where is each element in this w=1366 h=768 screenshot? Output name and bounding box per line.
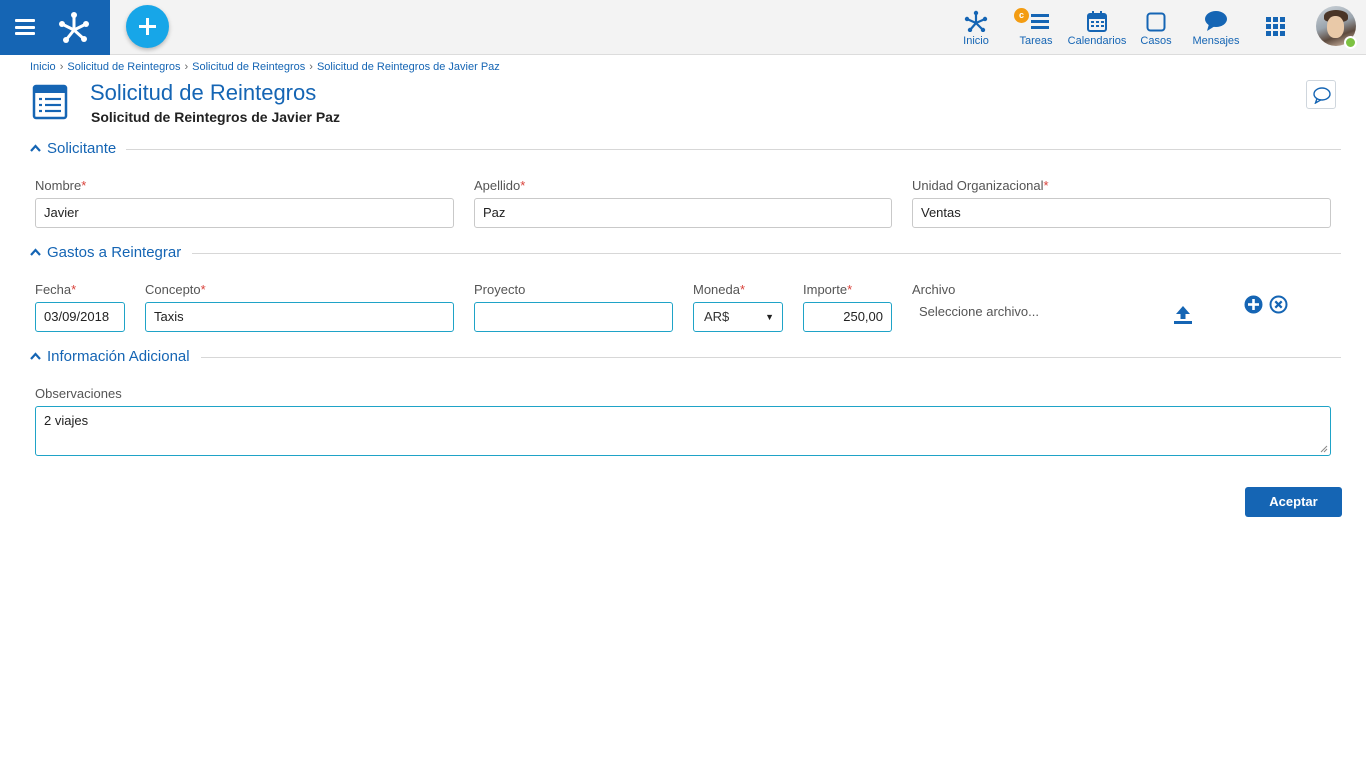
- page-title: Solicitud de Reintegros: [90, 80, 317, 105]
- calendar-icon: [1087, 11, 1107, 32]
- case-icon: [1146, 12, 1166, 32]
- add-row-icon[interactable]: [1244, 295, 1263, 314]
- presence-status-icon: [1344, 36, 1357, 49]
- dropdown-caret-icon: ▼: [765, 312, 774, 322]
- section-solicitante-toggle[interactable]: Solicitante: [30, 140, 130, 160]
- message-icon: [1205, 11, 1227, 31]
- unidad-label: Unidad Organizacional*: [912, 178, 1049, 193]
- top-bar: Inicio c Tareas Calendarios Casos Mensaj…: [0, 0, 1366, 55]
- unidad-field[interactable]: Ventas: [912, 198, 1331, 228]
- section-divider: [192, 253, 1341, 254]
- importe-field[interactable]: 250,00: [803, 302, 892, 332]
- nav-calendarios-label: Calendarios: [1067, 35, 1127, 47]
- hamburger-menu-icon[interactable]: [15, 19, 35, 35]
- accept-button[interactable]: Aceptar: [1245, 487, 1342, 517]
- importe-label: Importe*: [803, 282, 853, 297]
- concepto-label: Concepto*: [145, 282, 206, 297]
- nombre-label: Nombre*: [35, 178, 87, 193]
- nombre-field[interactable]: Javier: [35, 198, 454, 228]
- section-gastos-label: Gastos a Reintegrar: [47, 244, 182, 261]
- moneda-selected-value: AR$: [704, 309, 730, 324]
- nav-tareas[interactable]: c Tareas: [1014, 6, 1056, 50]
- upload-icon[interactable]: [1173, 305, 1193, 325]
- network-icon: [964, 10, 988, 32]
- section-adicional-toggle[interactable]: Información Adicional: [30, 348, 200, 368]
- nav-inicio[interactable]: Inicio: [956, 6, 996, 50]
- breadcrumb-item-current[interactable]: Solicitud de Reintegros de Javier Paz: [317, 61, 500, 73]
- nav-tareas-label: Tareas: [1019, 35, 1053, 47]
- fecha-label: Fecha*: [35, 282, 77, 297]
- chevron-up-icon: [30, 144, 41, 152]
- nav-calendarios[interactable]: Calendarios: [1066, 6, 1128, 50]
- form-icon: [32, 84, 68, 120]
- moneda-label: Moneda*: [693, 282, 746, 297]
- chevron-up-icon: [30, 248, 41, 256]
- observaciones-textarea[interactable]: 2 viajes: [35, 406, 1331, 456]
- fecha-field[interactable]: 03/09/2018: [35, 302, 125, 332]
- breadcrumb-item-solicitud[interactable]: Solicitud de Reintegros: [67, 61, 180, 73]
- chevron-up-icon: [30, 352, 41, 360]
- section-solicitante-label: Solicitante: [47, 140, 117, 157]
- nav-inicio-label: Inicio: [963, 35, 989, 47]
- nav-casos[interactable]: Casos: [1136, 6, 1176, 50]
- section-divider: [201, 357, 1341, 358]
- breadcrumb-item-inicio[interactable]: Inicio: [30, 61, 56, 73]
- comment-icon: [1313, 87, 1331, 104]
- breadcrumb: Inicio › Solicitud de Reintegros › Solicitud…: [30, 61, 500, 73]
- apellido-field[interactable]: Paz: [474, 198, 892, 228]
- concepto-field[interactable]: Taxis: [145, 302, 454, 332]
- archivo-select-text[interactable]: Seleccione archivo...: [919, 304, 1039, 319]
- observaciones-label: Observaciones: [35, 386, 122, 401]
- tasks-badge: c: [1014, 8, 1029, 23]
- moneda-select[interactable]: AR$ ▼: [693, 302, 783, 332]
- resize-grip-icon[interactable]: [1320, 445, 1328, 453]
- apellido-label: Apellido*: [474, 178, 526, 193]
- remove-row-icon[interactable]: [1269, 295, 1288, 314]
- proyecto-field[interactable]: [474, 302, 673, 332]
- proyecto-label: Proyecto: [474, 282, 526, 297]
- nav-casos-label: Casos: [1140, 35, 1172, 47]
- page-subtitle: Solicitud de Reintegros de Javier Paz: [91, 109, 340, 125]
- section-divider: [126, 149, 1341, 150]
- plus-icon: [139, 18, 156, 35]
- new-item-button[interactable]: [126, 5, 169, 48]
- comment-button[interactable]: [1306, 80, 1336, 109]
- app-logo-icon[interactable]: [56, 9, 92, 45]
- section-adicional-label: Información Adicional: [47, 348, 190, 365]
- archivo-label: Archivo: [912, 282, 956, 297]
- section-gastos-toggle[interactable]: Gastos a Reintegrar: [30, 244, 190, 264]
- nav-mensajes-label: Mensajes: [1192, 35, 1240, 47]
- apps-grid-icon[interactable]: [1266, 17, 1286, 37]
- brand-block: [0, 0, 110, 55]
- breadcrumb-item-solicitud-2[interactable]: Solicitud de Reintegros: [192, 61, 305, 73]
- observaciones-value: 2 viajes: [44, 413, 89, 428]
- nav-mensajes[interactable]: Mensajes: [1190, 6, 1242, 50]
